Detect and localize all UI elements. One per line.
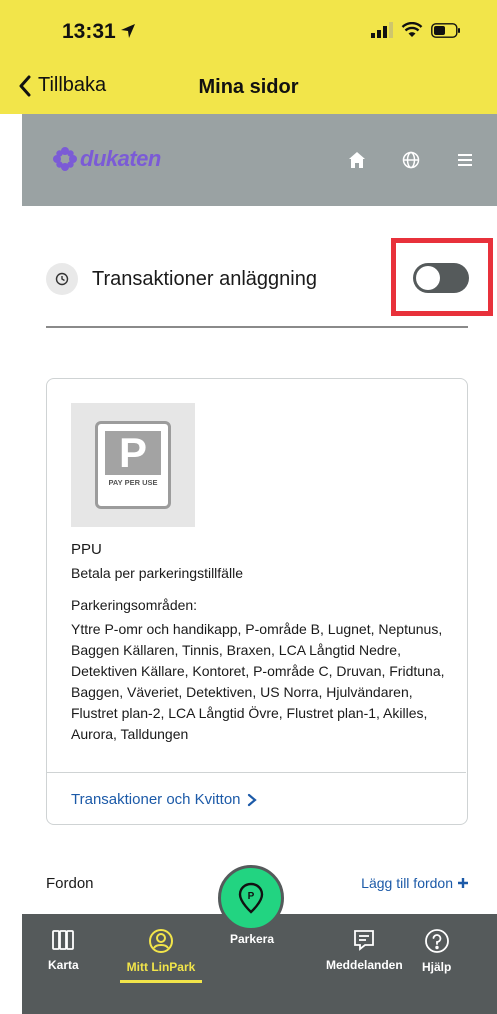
map-icon	[52, 930, 75, 950]
status-icons	[371, 22, 461, 38]
parking-letter: P	[105, 431, 161, 475]
logo-text: dukaten	[80, 146, 161, 171]
card-title: PPU	[71, 541, 102, 558]
card-subtitle: Betala per parkeringstillfälle	[71, 565, 243, 581]
areas-list: Yttre P-omr och handikapp, P-område B, L…	[71, 621, 445, 742]
help-icon	[424, 929, 449, 953]
transactions-toggle[interactable]	[413, 263, 469, 293]
clock-icon	[46, 263, 78, 295]
park-button[interactable]: P	[218, 865, 284, 931]
transactions-receipts-link[interactable]: Transaktioner och Kvitton	[71, 791, 257, 808]
tab-meddelanden[interactable]: Meddelanden	[326, 928, 403, 972]
home-icon[interactable]	[345, 148, 369, 172]
plus-icon	[458, 878, 468, 888]
add-vehicle-link[interactable]: Lägg till fordon	[361, 875, 469, 891]
toggle-label: Transaktioner anläggning	[92, 267, 317, 290]
site-header: dukaten	[22, 114, 497, 206]
tab-hjalp[interactable]: Hjälp	[422, 928, 451, 974]
logo[interactable]: dukaten	[52, 146, 161, 172]
tab-mitt-linpark[interactable]: Mitt LinPark	[120, 928, 202, 983]
status-time: 13:31	[62, 20, 116, 43]
menu-icon[interactable]	[453, 148, 477, 172]
status-bar: 13:31	[0, 0, 497, 62]
active-tab-indicator	[120, 980, 202, 983]
location-arrow-icon	[121, 24, 135, 38]
battery-icon	[431, 22, 460, 38]
tab-label: Karta	[48, 958, 79, 972]
user-icon	[149, 929, 173, 953]
message-icon	[354, 930, 375, 951]
signal-icon	[371, 22, 393, 38]
site-icons	[345, 148, 477, 172]
flower-logo-icon	[53, 147, 77, 171]
tab-karta[interactable]: Karta	[48, 928, 79, 972]
parking-pin-icon: P	[238, 882, 264, 914]
nav-bar: Tillbaka Mina sidor	[0, 62, 497, 114]
card-divider	[47, 772, 466, 773]
ppu-image: P PAY PER USE	[71, 403, 195, 527]
vehicles-label: Fordon	[46, 875, 94, 892]
toggle-knob	[416, 266, 440, 290]
tab-label: Hjälp	[422, 960, 452, 974]
areas-label: Parkeringsområden:	[71, 597, 198, 613]
globe-icon[interactable]	[399, 148, 423, 172]
wifi-icon	[401, 22, 423, 37]
page-title: Mina sidor	[198, 76, 299, 98]
pay-per-use-caption: PAY PER USE	[108, 478, 158, 487]
section-divider	[46, 326, 468, 328]
tab-label: Mitt LinPark	[126, 960, 196, 974]
svg-text:P: P	[248, 891, 255, 902]
chevron-right-icon	[247, 793, 257, 806]
link-label: Transaktioner och Kvitton	[71, 791, 241, 808]
park-label: Parkera	[229, 932, 275, 946]
add-vehicle-label: Lägg till fordon	[361, 875, 453, 891]
tab-label: Meddelanden	[326, 958, 403, 972]
ppu-card: P PAY PER USE PPU Betala per parkeringst…	[46, 378, 468, 825]
pay-per-use-sign: P PAY PER USE	[95, 421, 171, 509]
